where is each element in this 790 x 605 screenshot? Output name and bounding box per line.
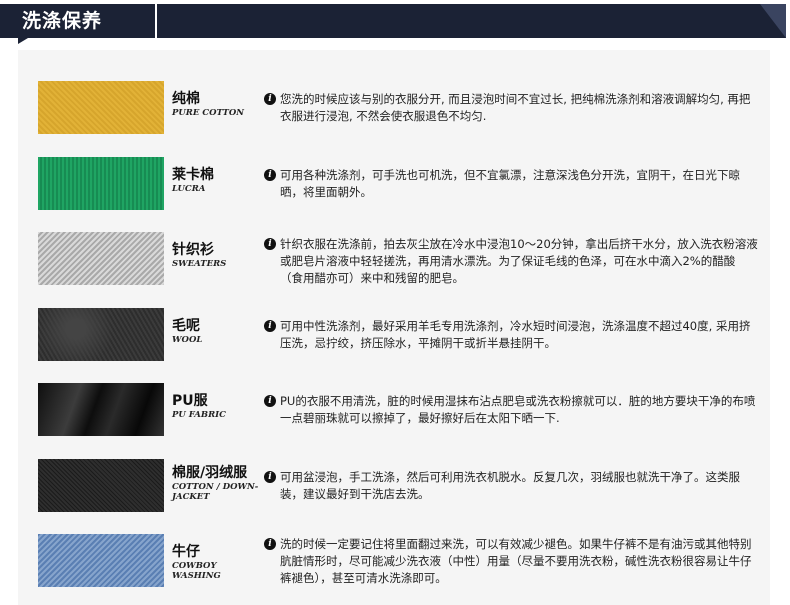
fabric-name-cn: 毛呢 [172, 318, 200, 334]
header-bar [0, 4, 786, 38]
info-icon: i [264, 169, 276, 181]
fabric-name: 针织衫 SWEATERS [172, 242, 262, 269]
fabric-name-en: PURE COTTON [172, 108, 244, 118]
info-icon: i [264, 320, 276, 332]
header-notch-decoration [18, 38, 28, 44]
info-icon: i [264, 395, 276, 407]
fabric-name-en: WOOL [172, 335, 203, 345]
fabric-name-en: LUCRA [172, 184, 206, 194]
fabric-name: 莱卡棉 LUCRA [172, 167, 262, 194]
fabric-name: 牛仔 COWBOY WASHING [172, 544, 262, 581]
care-item-lycra: 莱卡棉 LUCRA i 可用各种洗涤剂，可手洗也可机洗，但不宜氯漂，注意深浅色分… [38, 157, 768, 211]
care-text: 可用中性洗涤剂，最好采用羊毛专用洗涤剂，冷水短时间浸泡，洗涤温度不超过40度, … [280, 319, 751, 350]
fabric-swatch-wool [38, 308, 164, 361]
section-title: 洗涤保养 [22, 10, 103, 32]
care-item-cowboy-washing: 牛仔 COWBOY WASHING i 洗的时候一定要记住将里面翻过来洗，可以有… [38, 534, 768, 588]
fabric-name-en: COWBOY WASHING [172, 561, 221, 581]
fabric-swatch-cotton-down-jacket [38, 459, 164, 512]
fabric-name: 棉服/羽绒服 COTTON / DOWN-JACKET [172, 465, 262, 502]
care-text: 可用盆浸泡，手工洗涤，然后可利用洗衣机脱水。反复几次，羽绒服也就洗干净了。这类服… [280, 470, 740, 501]
fabric-swatch-sweaters [38, 232, 164, 285]
section-header: 洗涤保养 [0, 0, 790, 44]
care-item-pure-cotton: 纯棉 PURE COTTON i 您洗的时候应该与别的衣服分开, 而且浸泡时间不… [38, 81, 768, 135]
care-text: PU的衣服不用清洗，脏的时候用湿抹布沾点肥皂或洗衣粉擦就可以．脏的地方要块干净的… [280, 394, 756, 425]
fabric-name-cn: PU服 [172, 393, 208, 409]
fabric-name: 毛呢 WOOL [172, 318, 262, 345]
info-icon: i [264, 238, 276, 250]
fabric-name-cn: 莱卡棉 [172, 167, 214, 183]
fabric-name-cn: 牛仔 [172, 544, 200, 560]
info-icon: i [264, 93, 276, 105]
care-text: 可用各种洗涤剂，可手洗也可机洗，但不宜氯漂，注意深浅色分开洗，宜阴干，在日光下晾… [280, 168, 740, 199]
care-item-sweaters: 针织衫 SWEATERS i 针织衣服在洗涤前，拍去灰尘放在冷水中浸泡10～20… [38, 232, 768, 286]
care-item-cotton-down-jacket: 棉服/羽绒服 COTTON / DOWN-JACKET i 可用盆浸泡，手工洗涤… [38, 459, 768, 513]
care-text: 针织衣服在洗涤前，拍去灰尘放在冷水中浸泡10～20分钟，拿出后挤干水分，放入洗衣… [280, 237, 758, 285]
fabric-swatch-lycra [38, 157, 164, 210]
fabric-name: PU服 PU FABRIC [172, 393, 262, 420]
fabric-name-cn: 针织衫 [172, 242, 214, 258]
fabric-name-cn: 纯棉 [172, 91, 200, 107]
care-panel: 纯棉 PURE COTTON i 您洗的时候应该与别的衣服分开, 而且浸泡时间不… [18, 50, 770, 605]
fabric-swatch-denim [38, 534, 164, 587]
fabric-name: 纯棉 PURE COTTON [172, 91, 262, 118]
fabric-name-en: SWEATERS [172, 259, 227, 269]
fabric-name-en: PU FABRIC [172, 410, 226, 420]
fabric-name-en: COTTON / DOWN-JACKET [172, 482, 259, 502]
care-item-pu-fabric: PU服 PU FABRIC i PU的衣服不用清洗，脏的时候用湿抹布沾点肥皂或洗… [38, 383, 768, 437]
info-icon: i [264, 471, 276, 483]
care-text: 您洗的时候应该与别的衣服分开, 而且浸泡时间不宜过长, 把纯棉洗涤剂和溶液调解均… [280, 92, 751, 123]
care-item-wool: 毛呢 WOOL i 可用中性洗涤剂，最好采用羊毛专用洗涤剂，冷水短时间浸泡，洗涤… [38, 308, 768, 362]
fabric-swatch-pure-cotton [38, 81, 164, 134]
care-text: 洗的时候一定要记住将里面翻过来洗，可以有效减少褪色。如果牛仔裤不是有油污或其他特… [280, 537, 752, 585]
info-icon: i [264, 538, 276, 550]
header-corner-decoration [760, 4, 786, 38]
fabric-name-cn: 棉服/羽绒服 [172, 465, 248, 481]
header-divider [155, 4, 157, 38]
fabric-swatch-pu-fabric [38, 383, 164, 436]
